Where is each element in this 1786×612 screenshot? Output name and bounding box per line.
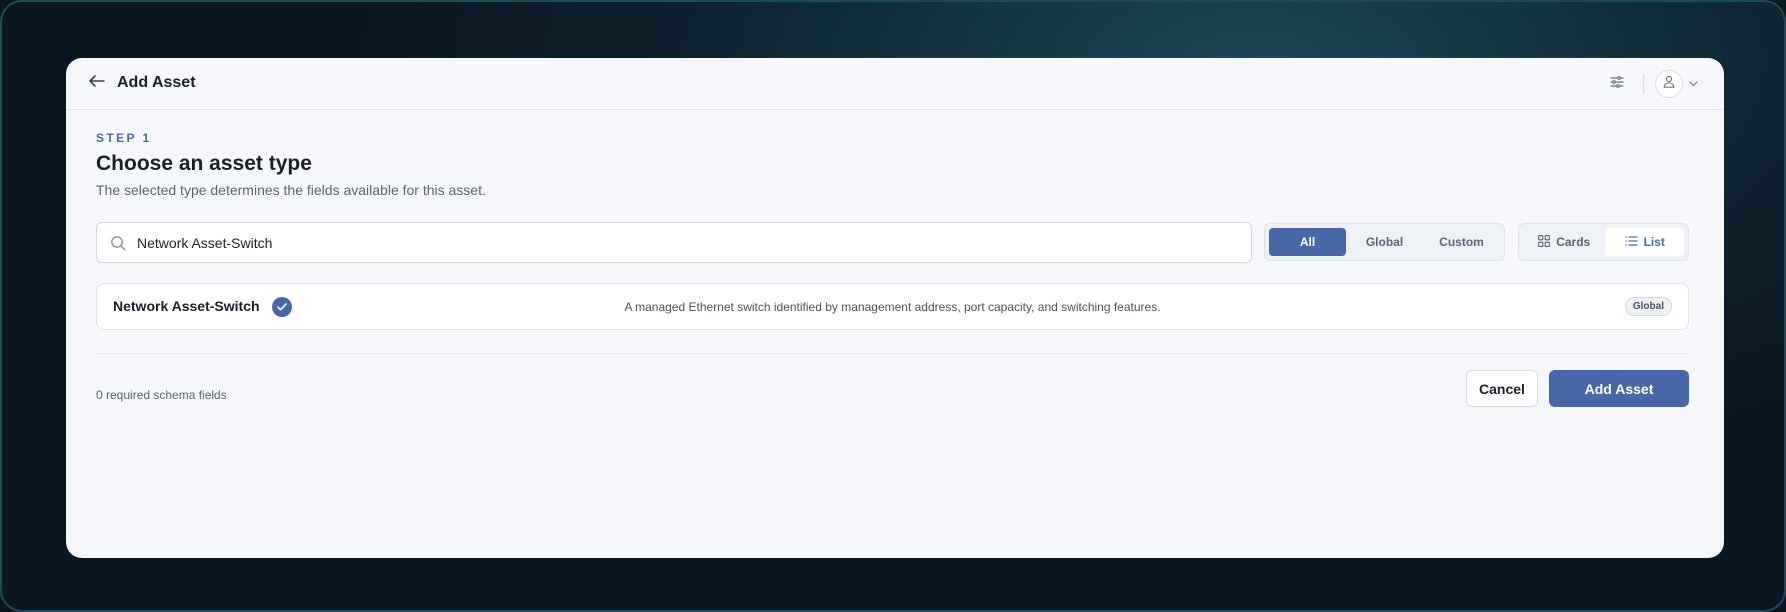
view-toggle: Cards List: [1518, 223, 1689, 261]
section-description: The selected type determines the fields …: [96, 182, 486, 198]
top-bar: Add Asset: [66, 58, 1724, 110]
back-button[interactable]: [86, 72, 108, 94]
search-box: [96, 222, 1252, 263]
grid-icon: [1538, 234, 1551, 250]
asset-type-row[interactable]: Network Asset-Switch A managed Ethernet …: [96, 283, 1689, 330]
view-list-button[interactable]: List: [1605, 228, 1684, 256]
footer-divider: [96, 353, 1689, 354]
add-asset-dialog: Add Asset STEP 1 Choose an asset type Th…: [66, 58, 1724, 558]
avatar: [1655, 70, 1683, 98]
arrow-left-icon: [88, 74, 106, 93]
toolbar-divider: [1643, 74, 1644, 94]
scope-badge: Global: [1624, 297, 1672, 316]
tab-global[interactable]: Global: [1346, 228, 1423, 256]
view-cards-label: Cards: [1556, 235, 1591, 249]
add-asset-button[interactable]: Add Asset: [1549, 370, 1689, 407]
user-menu-button[interactable]: [1655, 70, 1703, 98]
section-heading: Choose an asset type: [96, 152, 312, 175]
chevron-down-icon: [1689, 81, 1698, 87]
tab-custom[interactable]: Custom: [1423, 228, 1500, 256]
view-list-label: List: [1643, 235, 1665, 249]
type-filter-tabs: All Global Custom: [1264, 223, 1505, 261]
sliders-icon: [1610, 75, 1624, 93]
search-icon: [109, 234, 127, 252]
search-input[interactable]: [137, 234, 1217, 251]
cancel-button[interactable]: Cancel: [1466, 370, 1538, 407]
settings-button[interactable]: [1607, 74, 1627, 94]
list-icon: [1624, 235, 1638, 249]
user-icon: [1663, 75, 1675, 93]
required-fields-count: 0 required schema fields: [96, 388, 227, 402]
view-cards-button[interactable]: Cards: [1523, 228, 1605, 256]
tab-all[interactable]: All: [1269, 228, 1346, 256]
page-title: Add Asset: [117, 74, 196, 91]
step-label: STEP 1: [96, 131, 152, 145]
asset-type-description: A managed Ethernet switch identified by …: [624, 300, 1161, 314]
app-frame: Add Asset STEP 1 Choose an asset type Th…: [0, 0, 1786, 612]
